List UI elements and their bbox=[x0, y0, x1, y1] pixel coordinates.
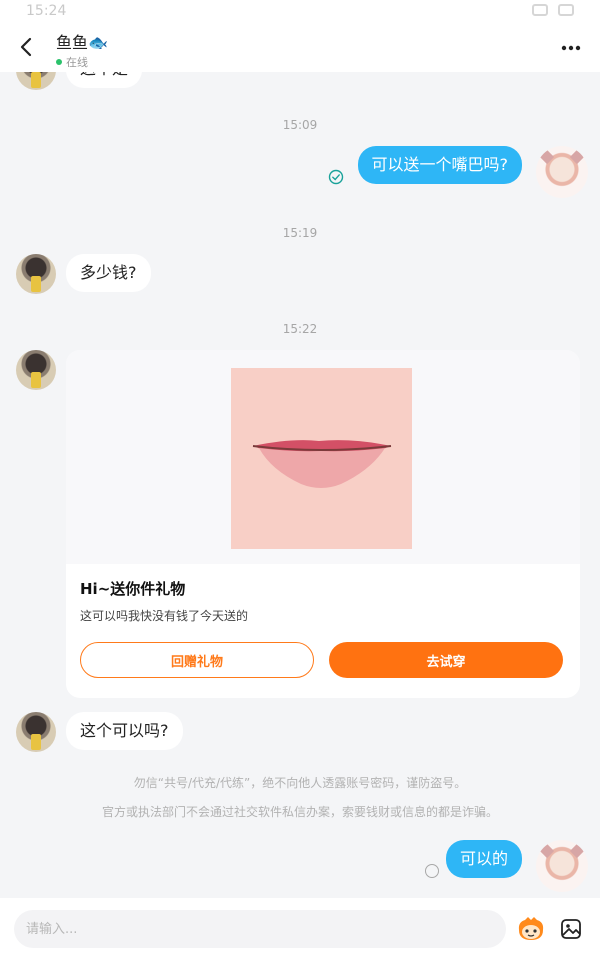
chat-header: 鱼鱼🐟 在线 bbox=[0, 24, 600, 72]
message-bubble-received[interactable]: 多少钱? bbox=[66, 254, 151, 292]
battery-icon bbox=[558, 4, 574, 16]
unread-status-icon bbox=[425, 864, 439, 878]
contact-avatar[interactable] bbox=[16, 350, 56, 390]
contact-avatar[interactable] bbox=[16, 254, 56, 294]
contact-name: 鱼鱼🐟 bbox=[56, 33, 108, 52]
message-list[interactable]: 这个是 15:09 可以送一个嘴巴吗? 15:19 多少钱? 15:22 Hi~… bbox=[0, 72, 600, 898]
read-check-icon bbox=[328, 169, 344, 185]
status-time: 15:24 bbox=[26, 3, 67, 19]
gift-image-area bbox=[66, 350, 580, 564]
message-input[interactable] bbox=[14, 910, 506, 948]
message-timestamp: 15:19 bbox=[282, 226, 318, 240]
self-avatar[interactable] bbox=[536, 840, 588, 892]
gift-card[interactable]: Hi~送你件礼物 这可以吗我快没有钱了今天送的 回赠礼物 去试穿 bbox=[66, 350, 580, 698]
more-icon[interactable] bbox=[560, 38, 582, 58]
message-bubble-received[interactable]: 这个是 bbox=[66, 72, 143, 88]
gift-description: 这可以吗我快没有钱了今天送的 bbox=[80, 609, 249, 623]
self-avatar[interactable] bbox=[536, 146, 588, 198]
online-label: 在线 bbox=[66, 56, 88, 69]
image-icon[interactable] bbox=[560, 918, 582, 940]
return-gift-button[interactable]: 回赠礼物 bbox=[80, 642, 314, 678]
contact-info[interactable]: 鱼鱼🐟 在线 bbox=[56, 29, 108, 70]
input-bar bbox=[0, 898, 600, 960]
online-dot bbox=[56, 59, 62, 65]
try-on-button[interactable]: 去试穿 bbox=[329, 642, 563, 678]
fraud-notice: 官方或执法部门不会通过社交软件私信办案，索要钱财或信息的都是诈骗。 bbox=[101, 805, 498, 819]
back-icon[interactable] bbox=[16, 36, 38, 58]
contact-avatar[interactable] bbox=[16, 712, 56, 752]
message-bubble-received[interactable]: 这个可以吗? bbox=[66, 712, 183, 750]
status-icons bbox=[532, 4, 574, 16]
message-timestamp: 15:09 bbox=[282, 118, 318, 132]
message-timestamp: 15:22 bbox=[282, 322, 318, 336]
wifi-icon bbox=[532, 4, 548, 16]
gift-title: Hi~送你件礼物 bbox=[80, 580, 186, 598]
message-bubble-sent[interactable]: 可以的 bbox=[445, 840, 522, 878]
online-status: 在线 bbox=[56, 54, 108, 70]
status-bar: 15:24 bbox=[0, 0, 600, 24]
security-notice: 勿信“共号/代充/代练”，绝不向他人透露账号密码，谨防盗号。 bbox=[133, 776, 467, 790]
gift-lips-image[interactable] bbox=[231, 368, 412, 549]
contact-avatar[interactable] bbox=[16, 72, 56, 90]
message-bubble-sent[interactable]: 可以送一个嘴巴吗? bbox=[357, 146, 522, 184]
emoji-icon[interactable] bbox=[516, 916, 546, 942]
